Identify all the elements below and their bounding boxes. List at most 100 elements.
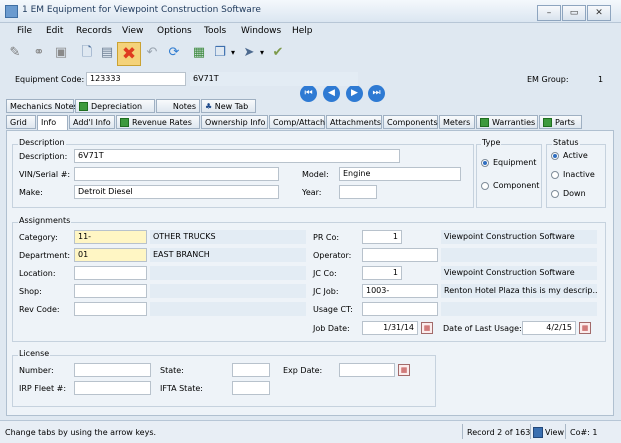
edit-icon[interactable]: ✎ bbox=[6, 44, 24, 62]
undo-icon[interactable]: ↶ bbox=[143, 44, 161, 62]
menu-windows[interactable]: Windows bbox=[241, 26, 281, 36]
tab-components[interactable]: Components bbox=[383, 115, 438, 129]
menu-records[interactable]: Records bbox=[76, 26, 112, 36]
menu-bar: File Edit Records View Options Tools Win… bbox=[0, 23, 621, 39]
tab-comp-attach[interactable]: Comp/Attach bbox=[269, 115, 325, 129]
calculator-icon[interactable]: ▦ bbox=[190, 44, 208, 62]
copy-dropdown-icon[interactable]: ▾ bbox=[229, 44, 237, 62]
tab-revenue-rates[interactable]: Revenue Rates bbox=[116, 115, 200, 129]
equipment-code-field[interactable]: 123333 bbox=[86, 72, 186, 86]
job-date-calendar-icon[interactable]: ▦ bbox=[421, 322, 433, 334]
link-icon[interactable]: ⚭ bbox=[30, 44, 48, 62]
status-hint: Change tabs by using the arrow keys. bbox=[5, 428, 157, 437]
department-field[interactable]: 01 bbox=[74, 248, 147, 262]
tab-ownership-info[interactable]: Ownership Info bbox=[201, 115, 268, 129]
cancel-icon[interactable]: ✖ bbox=[117, 42, 141, 66]
shop-field[interactable] bbox=[74, 284, 147, 298]
parts-tab-icon bbox=[543, 118, 552, 127]
type-equipment-label: Equipment bbox=[493, 158, 537, 167]
tab-addl-info[interactable]: Add'l Info bbox=[69, 115, 115, 129]
license-state-field[interactable] bbox=[232, 363, 270, 377]
job-date-field[interactable]: 1/31/14 bbox=[362, 321, 418, 335]
vin-field[interactable] bbox=[74, 167, 279, 181]
tab-warranties[interactable]: Warranties bbox=[476, 115, 538, 129]
spellcheck-icon[interactable]: ✔ bbox=[269, 44, 287, 62]
usage-ct-field[interactable] bbox=[362, 302, 438, 316]
tab-mechanics-notes[interactable]: Mechanics Notes bbox=[6, 99, 78, 113]
new-document-icon[interactable]: 🗋 bbox=[78, 44, 96, 62]
last-usage-field[interactable]: 4/2/15 bbox=[522, 321, 576, 335]
status-active-radio[interactable] bbox=[551, 152, 559, 160]
tab-revenue-rates-label: Revenue Rates bbox=[132, 118, 192, 127]
department-label: Department: bbox=[19, 251, 71, 260]
exp-date-field[interactable] bbox=[339, 363, 395, 377]
warranties-tab-icon bbox=[480, 118, 489, 127]
window-title: 1 EM Equipment for Viewpoint Constructio… bbox=[22, 5, 261, 15]
pr-co-field[interactable]: 1 bbox=[362, 230, 402, 244]
status-inactive-label: Inactive bbox=[563, 170, 595, 179]
close-button[interactable]: ✕ bbox=[587, 5, 611, 21]
attach-icon[interactable]: ➤ bbox=[240, 44, 258, 62]
description-label: Description: bbox=[19, 152, 68, 161]
menu-options[interactable]: Options bbox=[157, 26, 192, 36]
type-equipment-radio[interactable] bbox=[481, 159, 489, 167]
make-label: Make: bbox=[19, 188, 43, 197]
tab-info[interactable]: Info bbox=[37, 115, 68, 131]
irp-fleet-field[interactable] bbox=[74, 381, 151, 395]
exp-date-calendar-icon[interactable]: ▦ bbox=[398, 364, 410, 376]
status-down-label: Down bbox=[563, 189, 586, 198]
tab-attachments[interactable]: Attachments bbox=[326, 115, 382, 129]
status-inactive-radio[interactable] bbox=[551, 171, 559, 179]
tab-meters[interactable]: Meters bbox=[439, 115, 475, 129]
license-group-title: License bbox=[18, 349, 51, 358]
last-usage-calendar-icon[interactable]: ▦ bbox=[579, 322, 591, 334]
category-field[interactable]: 11- bbox=[74, 230, 147, 244]
ifta-state-field[interactable] bbox=[232, 381, 270, 395]
tab-notes[interactable]: Notes bbox=[156, 99, 200, 113]
status-separator bbox=[565, 424, 566, 439]
rev-code-field[interactable] bbox=[74, 302, 147, 316]
copy-icon[interactable]: ❐ bbox=[211, 44, 229, 62]
refresh-icon[interactable]: ⟳ bbox=[165, 44, 183, 62]
stamp-icon[interactable]: ▣ bbox=[52, 44, 70, 62]
type-group bbox=[476, 144, 542, 208]
equipment-header: Equipment Code: 123333 6V71T EM Group: 1 bbox=[0, 70, 621, 90]
year-field[interactable] bbox=[339, 185, 377, 199]
type-component-radio[interactable] bbox=[481, 182, 489, 190]
save-icon[interactable]: ▤ bbox=[98, 44, 116, 62]
tab-grid[interactable]: Grid bbox=[6, 115, 36, 129]
pr-co-desc: Viewpoint Construction Software bbox=[441, 230, 597, 244]
description-field[interactable]: 6V71T bbox=[74, 149, 400, 163]
operator-field[interactable] bbox=[362, 248, 438, 262]
make-field[interactable]: Detroit Diesel bbox=[74, 185, 279, 199]
menu-tools[interactable]: Tools bbox=[204, 26, 226, 36]
tab-row-2: Grid Info Add'l Info Revenue Rates Owner… bbox=[6, 115, 612, 131]
tab-depreciation[interactable]: Depreciation bbox=[75, 99, 155, 113]
model-field[interactable]: Engine bbox=[339, 167, 461, 181]
description-group-title: Description bbox=[18, 138, 66, 147]
jc-co-field[interactable]: 1 bbox=[362, 266, 402, 280]
jc-co-label: JC Co: bbox=[313, 269, 337, 278]
tab-parts[interactable]: Parts bbox=[539, 115, 582, 129]
location-label: Location: bbox=[19, 269, 56, 278]
location-field[interactable] bbox=[74, 266, 147, 280]
license-number-field[interactable] bbox=[74, 363, 151, 377]
menu-file[interactable]: File bbox=[17, 26, 32, 36]
jc-job-label: JC Job: bbox=[313, 287, 339, 296]
status-down-radio[interactable] bbox=[551, 190, 559, 198]
attach-dropdown-icon[interactable]: ▾ bbox=[258, 44, 266, 62]
jc-job-field[interactable]: 1003- bbox=[362, 284, 438, 298]
status-separator bbox=[530, 424, 531, 439]
tab-new-tab[interactable]: ♣ New Tab bbox=[201, 99, 256, 113]
menu-view[interactable]: View bbox=[122, 26, 143, 36]
type-group-title: Type bbox=[481, 138, 502, 147]
shop-label: Shop: bbox=[19, 287, 42, 296]
maximize-button[interactable]: ▭ bbox=[562, 5, 586, 21]
menu-edit[interactable]: Edit bbox=[46, 26, 63, 36]
last-usage-label: Date of Last Usage: bbox=[443, 324, 522, 333]
shop-desc bbox=[150, 284, 306, 298]
minimize-button[interactable]: – bbox=[537, 5, 561, 21]
status-bar: Change tabs by using the arrow keys. Rec… bbox=[0, 420, 621, 443]
status-active-label: Active bbox=[563, 151, 588, 160]
menu-help[interactable]: Help bbox=[292, 26, 313, 36]
